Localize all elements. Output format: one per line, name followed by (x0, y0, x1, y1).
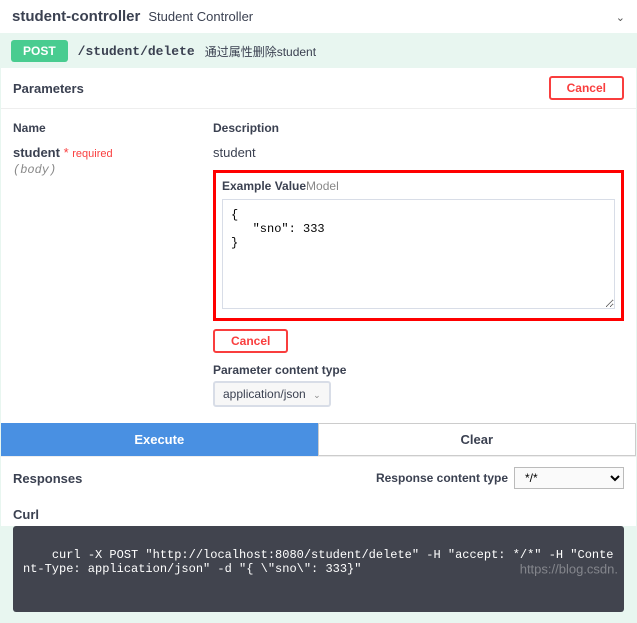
response-content-type-select[interactable]: */* (514, 467, 624, 489)
execute-button[interactable]: Execute (1, 423, 318, 456)
curl-title: Curl (1, 499, 636, 526)
parameters-title: Parameters (13, 81, 84, 96)
parameters-body: Name Description student * required (bod… (1, 109, 636, 456)
required-text: required (72, 148, 112, 160)
operation-path: /student/delete (78, 44, 195, 59)
cancel-body-button[interactable]: Cancel (213, 329, 288, 353)
response-content-type-label: Response content type (376, 471, 508, 485)
column-header-name: Name (13, 121, 213, 145)
request-body-textarea[interactable] (222, 199, 615, 309)
parameter-description: student (213, 145, 624, 160)
tab-example-value[interactable]: Example Value (222, 179, 306, 193)
clear-button[interactable]: Clear (318, 423, 637, 456)
curl-command-text: curl -X POST "http://localhost:8080/stud… (23, 548, 614, 576)
example-tabs: Example ValueModel (222, 179, 615, 193)
parameter-type: (body) (13, 163, 203, 177)
chevron-down-icon: ⌄ (616, 11, 625, 24)
operation-description: 通过属性删除student (205, 43, 316, 60)
column-header-description: Description (213, 121, 624, 145)
required-star: * (64, 145, 69, 160)
controller-header[interactable]: student-controller Student Controller ⌄ (0, 0, 637, 33)
tab-model[interactable]: Model (306, 179, 339, 193)
try-it-out-cancel-button[interactable]: Cancel (549, 76, 624, 100)
action-button-row: Execute Clear (1, 423, 636, 456)
parameter-content-type-label: Parameter content type (213, 363, 624, 377)
parameter-content-type-select[interactable]: application/json ⌄ (213, 381, 331, 407)
parameter-row: student * required (body) student Exampl… (13, 145, 624, 407)
operation-header[interactable]: POST /student/delete 通过属性删除student (1, 34, 636, 68)
responses-section-bar: Responses Response content type */* (1, 456, 636, 499)
parameters-section-bar: Parameters Cancel (1, 68, 636, 109)
http-method-badge: POST (11, 40, 68, 62)
example-value-highlight: Example ValueModel (213, 170, 624, 321)
response-content-type-group: Response content type */* (376, 467, 624, 489)
curl-command-block: curl -X POST "http://localhost:8080/stud… (13, 526, 624, 612)
controller-name: student-controller (12, 8, 140, 25)
controller-description: Student Controller (148, 9, 253, 24)
responses-title: Responses (13, 471, 82, 486)
chevron-down-icon: ⌄ (313, 390, 321, 400)
parameter-content-type-value: application/json (223, 387, 306, 401)
watermark-text: https://blog.csdn. (520, 562, 618, 577)
parameter-name: student (13, 145, 60, 160)
